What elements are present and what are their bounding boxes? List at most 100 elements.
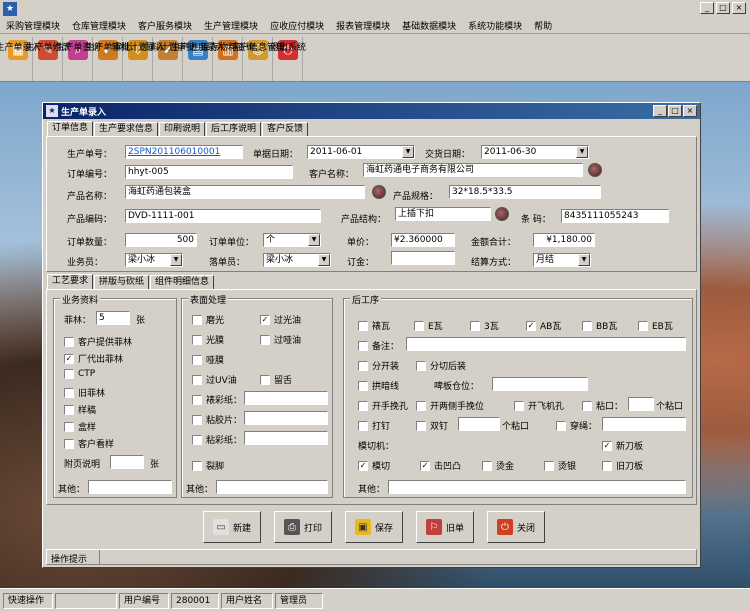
surface-checkbox-7[interactable]: 裱彩纸： bbox=[192, 393, 242, 406]
business-checkbox-6[interactable]: 客户看样 bbox=[64, 437, 114, 450]
checkbox-box[interactable] bbox=[64, 336, 74, 347]
checkbox-box[interactable] bbox=[638, 320, 648, 331]
checkbox-box[interactable] bbox=[358, 400, 368, 411]
surface-checkbox-2[interactable]: 光膜 bbox=[192, 333, 224, 346]
menu-item-0[interactable]: 采购管理模块 bbox=[0, 19, 66, 32]
customer-picker-icon[interactable] bbox=[588, 163, 602, 177]
surface-field-1[interactable] bbox=[244, 411, 328, 425]
surface-checkbox-4[interactable]: 哑膜 bbox=[192, 353, 224, 366]
flute-checkbox-1[interactable]: E瓦 bbox=[414, 319, 443, 332]
flute-checkbox-4[interactable]: BB瓦 bbox=[582, 319, 617, 332]
checkbox-box[interactable] bbox=[514, 400, 524, 411]
checkbox-box[interactable] bbox=[64, 387, 74, 398]
checkbox-box[interactable]: ✓ bbox=[260, 314, 270, 325]
business-other-field[interactable] bbox=[88, 480, 172, 494]
flute-checkbox-3[interactable]: ✓ AB瓦 bbox=[526, 319, 561, 332]
checkbox-box[interactable] bbox=[482, 460, 492, 471]
business-checkbox-2[interactable]: CTP bbox=[64, 369, 95, 379]
menu-item-4[interactable]: 应收应付模块 bbox=[264, 19, 330, 32]
order-no-field[interactable]: 2SPN201106010001 bbox=[125, 145, 243, 159]
surface-checkbox-6[interactable]: 留舌 bbox=[260, 373, 292, 386]
business-checkbox-1[interactable]: ✓ 厂代出菲林 bbox=[64, 352, 123, 365]
checkbox-box[interactable]: ✓ bbox=[526, 320, 536, 331]
checkbox-box[interactable] bbox=[64, 369, 74, 379]
checkbox-box[interactable] bbox=[192, 414, 202, 425]
action-button-0[interactable]: ▭ 新建 bbox=[203, 511, 261, 543]
menu-item-3[interactable]: 生产管理模块 bbox=[198, 19, 264, 32]
post-other-field[interactable] bbox=[388, 480, 686, 494]
flute-checkbox-5[interactable]: EB瓦 bbox=[638, 319, 673, 332]
checkbox-box[interactable] bbox=[260, 374, 270, 385]
structure-picker-icon[interactable] bbox=[495, 207, 509, 221]
sales-select[interactable]: 梁小冰 ▼ bbox=[125, 253, 183, 267]
checkbox-box[interactable] bbox=[556, 420, 566, 431]
menu-item-1[interactable]: 仓库管理模块 bbox=[66, 19, 132, 32]
dialog-maximize-button[interactable]: □ bbox=[668, 105, 682, 117]
structure-field[interactable]: 上插下扣 bbox=[395, 207, 491, 221]
checkbox-box[interactable] bbox=[64, 438, 74, 449]
tab-4[interactable]: 客户反馈 bbox=[262, 122, 309, 136]
checkbox-box[interactable] bbox=[414, 320, 424, 331]
checkbox-box[interactable] bbox=[358, 420, 368, 431]
checkbox-box[interactable] bbox=[358, 360, 368, 371]
menu-item-8[interactable]: 帮助 bbox=[528, 19, 558, 32]
surface-checkbox-9[interactable]: 粘彩纸： bbox=[192, 433, 242, 446]
surface-checkbox-10[interactable]: 裂脚 bbox=[192, 459, 224, 472]
toolbar-button-8[interactable]: ☺ 客户信息管理 bbox=[231, 37, 285, 81]
subtab-0[interactable]: 工艺要求 bbox=[47, 274, 94, 289]
die-checkbox-3[interactable]: 烫银 bbox=[544, 459, 576, 472]
spec-field[interactable]: 32*18.5*33.5 bbox=[449, 185, 601, 199]
die-checkbox-1[interactable]: ✓ 击凹凸 bbox=[420, 459, 461, 472]
barcode-field[interactable]: 8435111055243 bbox=[561, 209, 669, 223]
checkbox-box[interactable] bbox=[260, 334, 270, 345]
new-die-checkbox[interactable]: ✓ 新刀板 bbox=[602, 439, 643, 452]
surface-other-field[interactable] bbox=[216, 480, 328, 494]
toolbar-button-9[interactable]: ⏻ 退出系统 bbox=[270, 37, 306, 81]
checkbox-box[interactable] bbox=[358, 320, 368, 331]
nail-checkbox[interactable]: 打钉 bbox=[358, 419, 390, 432]
note-field[interactable] bbox=[406, 337, 686, 351]
customer-field[interactable]: 海虹药通电子商务有限公司 bbox=[363, 163, 583, 177]
delivery-date-select[interactable]: 2011-06-30 ▼ bbox=[481, 145, 589, 159]
tab-2[interactable]: 印刷说明 bbox=[159, 122, 206, 136]
checkbox-box[interactable]: ✓ bbox=[420, 460, 430, 471]
checkbox-box[interactable]: ✓ bbox=[602, 440, 612, 451]
dialog-minimize-button[interactable]: _ bbox=[653, 105, 667, 117]
settle-select[interactable]: 月结 ▼ bbox=[533, 253, 591, 267]
unit-select[interactable]: 个 ▼ bbox=[263, 233, 321, 247]
subtab-1[interactable]: 拼版与砍纸 bbox=[94, 275, 150, 289]
checkbox-box[interactable] bbox=[64, 421, 74, 432]
surface-field-2[interactable] bbox=[244, 431, 328, 445]
tab-3[interactable]: 后工序说明 bbox=[206, 122, 262, 136]
tab-1[interactable]: 生产要求信息 bbox=[94, 122, 159, 136]
checkbox-box[interactable] bbox=[544, 460, 554, 471]
plane-hole-checkbox[interactable]: 开飞机孔 bbox=[514, 399, 564, 412]
menu-item-5[interactable]: 报表管理模块 bbox=[330, 19, 396, 32]
minimize-button[interactable]: _ bbox=[700, 2, 714, 14]
surface-field-0[interactable] bbox=[244, 391, 328, 405]
surface-checkbox-0[interactable]: 磨光 bbox=[192, 313, 224, 326]
checkbox-box[interactable] bbox=[192, 394, 202, 405]
business-checkbox-5[interactable]: 盒样 bbox=[64, 420, 96, 433]
glue-field[interactable] bbox=[628, 397, 654, 411]
checkbox-box[interactable] bbox=[192, 434, 202, 445]
qty-field[interactable]: 500 bbox=[125, 233, 197, 247]
action-button-1[interactable]: ⎙ 打印 bbox=[274, 511, 332, 543]
checkbox-box[interactable] bbox=[64, 404, 74, 415]
punch-field[interactable] bbox=[602, 417, 686, 431]
close-button[interactable]: × bbox=[732, 2, 746, 14]
checkbox-box[interactable] bbox=[358, 380, 368, 391]
surface-checkbox-1[interactable]: ✓ 过光油 bbox=[260, 313, 301, 326]
business-checkbox-0[interactable]: 客户提供菲林 bbox=[64, 335, 132, 348]
tab-0[interactable]: 订单信息 bbox=[47, 121, 94, 136]
action-button-4[interactable]: ⏻ 关闭 bbox=[487, 511, 545, 543]
order-date-select[interactable]: 2011-06-01 ▼ bbox=[307, 145, 415, 159]
checkbox-box[interactable] bbox=[192, 334, 202, 345]
checkbox-box[interactable] bbox=[192, 354, 202, 365]
checkbox-box[interactable] bbox=[602, 460, 612, 471]
die-checkbox-2[interactable]: 烫金 bbox=[482, 459, 514, 472]
menu-item-2[interactable]: 客户服务模块 bbox=[132, 19, 198, 32]
double-nail-checkbox[interactable]: 双钉 bbox=[416, 419, 448, 432]
handhole-checkbox[interactable]: 开手挽孔 bbox=[358, 399, 408, 412]
checkbox-box[interactable] bbox=[582, 400, 592, 411]
